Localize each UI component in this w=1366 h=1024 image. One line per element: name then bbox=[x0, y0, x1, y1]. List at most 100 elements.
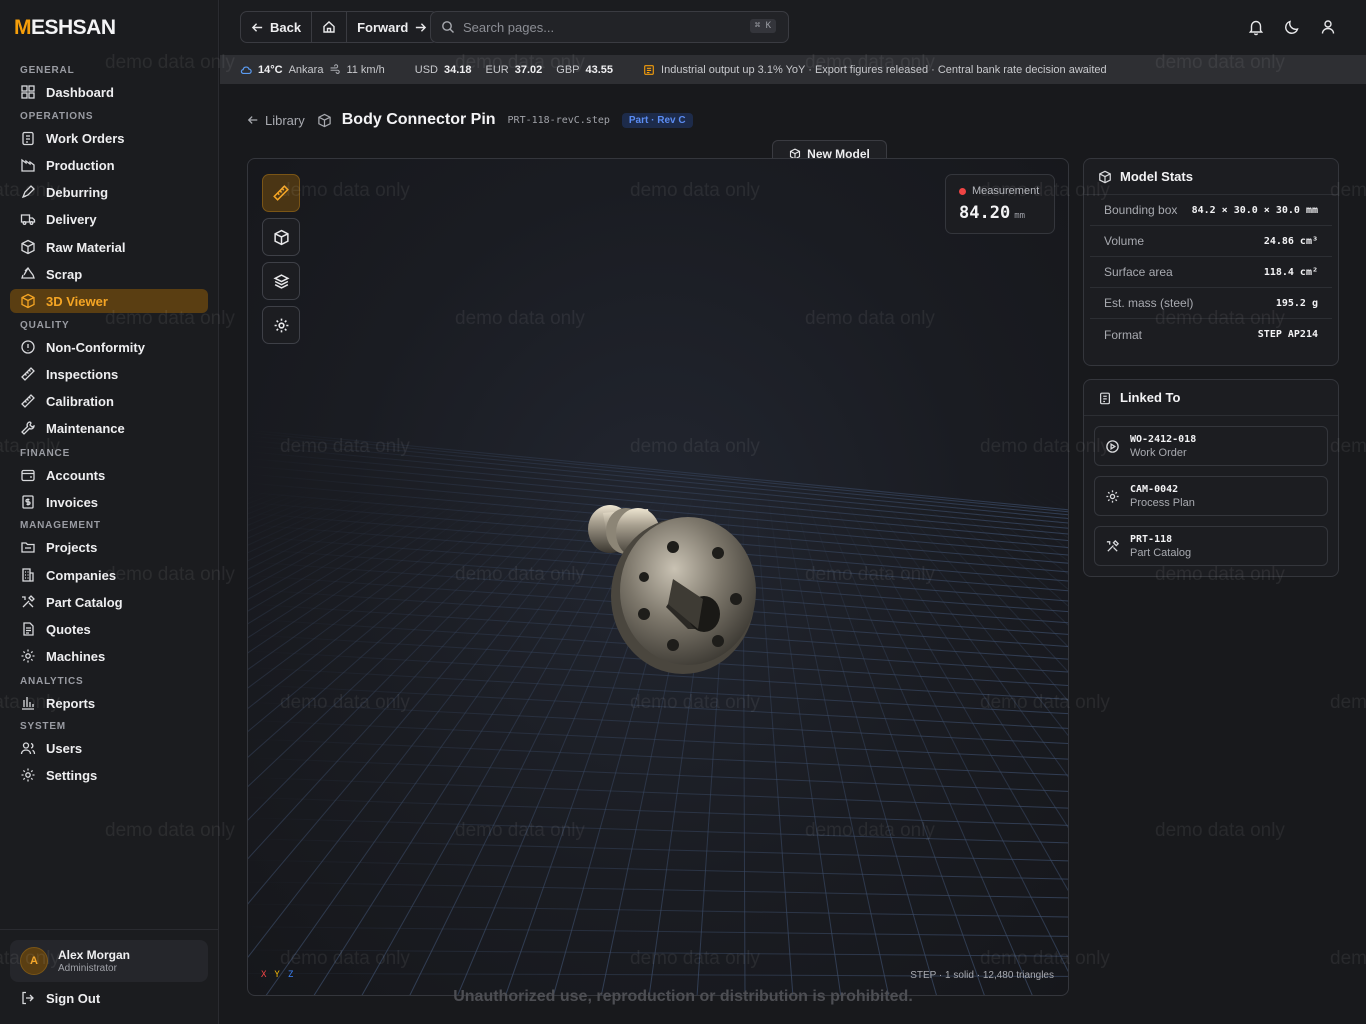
watermark: demo data only bbox=[1155, 820, 1285, 841]
home-icon bbox=[323, 21, 335, 33]
sidebar-item-non-conformity[interactable]: Non-Conformity bbox=[10, 335, 208, 359]
pen-tool-icon bbox=[21, 185, 35, 199]
search-input[interactable] bbox=[463, 19, 733, 35]
history-nav: Back Forward bbox=[240, 11, 439, 43]
sidebar-item-label: 3D Viewer bbox=[46, 293, 108, 309]
watermark: demo data only bbox=[1330, 948, 1366, 969]
section-quality: QUALITY bbox=[20, 320, 70, 331]
stat-value: STEP AP214 bbox=[1257, 329, 1318, 340]
file-name: PRT-118-revC.step bbox=[507, 114, 610, 126]
wrench-icon bbox=[21, 421, 35, 435]
clipboard-icon bbox=[1100, 392, 1110, 404]
sidebar-item-label: Production bbox=[46, 157, 115, 173]
forward-label: Forward bbox=[357, 19, 409, 35]
sidebar-item-quotes[interactable]: Quotes bbox=[10, 617, 208, 641]
axis-legend: X Y Z bbox=[261, 970, 293, 980]
factory-icon bbox=[21, 158, 35, 172]
linked-item-code: WO-2412-018 bbox=[1130, 433, 1197, 445]
sidebar-item-reports[interactable]: Reports bbox=[10, 691, 208, 715]
linked-item-part-catalog[interactable]: PRT-118 Part Catalog bbox=[1094, 526, 1328, 566]
sidebar-item-label: Settings bbox=[46, 767, 98, 783]
sidebar-item-calibration[interactable]: Calibration bbox=[10, 389, 208, 413]
model-viewport[interactable]: Measurement 84.20 mm X Y Z STEP · 1 solid… bbox=[247, 158, 1069, 996]
gear-icon bbox=[21, 768, 35, 782]
measurement-unit: mm bbox=[1014, 211, 1026, 221]
sidebar-item-raw-material[interactable]: Raw Material bbox=[10, 235, 208, 259]
sidebar-item-inspections[interactable]: Inspections bbox=[10, 362, 208, 386]
linked-item-code: PRT-118 bbox=[1130, 533, 1173, 545]
search-shortcut: ⌘ K bbox=[749, 19, 776, 33]
sidebar-item-maintenance[interactable]: Maintenance bbox=[10, 416, 208, 440]
sidebar-item-label: Machines bbox=[46, 648, 106, 664]
wind-icon bbox=[331, 64, 341, 74]
part-model[interactable] bbox=[588, 505, 756, 674]
sidebar-item-dashboard[interactable]: Dashboard bbox=[10, 80, 208, 104]
sidebar-item-users[interactable]: Users bbox=[10, 736, 208, 760]
arrow-left-icon bbox=[251, 22, 263, 32]
model-stats-list: Bounding box 84.2 × 30.0 × 30.0 mm Volume 2… bbox=[1084, 195, 1338, 350]
gear-icon bbox=[274, 318, 288, 332]
cloud-icon bbox=[240, 65, 252, 74]
brand-logo[interactable]: MESHSAN bbox=[14, 16, 116, 40]
bell-icon[interactable] bbox=[1247, 18, 1265, 36]
sidebar-item-settings[interactable]: Settings bbox=[10, 763, 208, 787]
eur-label: EUR bbox=[485, 63, 509, 76]
stat-row: Surface area 118.4 cm² bbox=[1090, 257, 1332, 288]
watermark: demo data only bbox=[1330, 692, 1366, 713]
section-analytics: ANALYTICS bbox=[20, 676, 84, 687]
forward-button[interactable]: Forward bbox=[347, 12, 437, 42]
user-card[interactable]: A Alex Morgan Administrator bbox=[10, 940, 208, 982]
grid-floor bbox=[248, 429, 1068, 995]
sidebar-item-label: Quotes bbox=[46, 621, 91, 637]
sidebar-item-scrap[interactable]: Scrap bbox=[10, 262, 208, 286]
folder-icon bbox=[21, 542, 35, 553]
sidebar-item-production[interactable]: Production bbox=[10, 153, 208, 177]
invoice-icon bbox=[22, 495, 34, 509]
sidebar-item-label: Accounts bbox=[46, 467, 106, 483]
section-operations: OPERATIONS bbox=[20, 111, 94, 122]
cog-icon bbox=[1106, 489, 1119, 503]
sidebar-item-machines[interactable]: Machines bbox=[10, 644, 208, 668]
linked-item-work-order[interactable]: WO-2412-018 Work Order bbox=[1094, 426, 1328, 466]
model-info: STEP · 1 solid · 12,480 triangles bbox=[910, 970, 1054, 981]
truck-icon bbox=[20, 214, 36, 225]
measurement-readout: Measurement 84.20 mm bbox=[945, 174, 1055, 234]
stat-row: Format STEP AP214 bbox=[1090, 319, 1332, 350]
gbp-value: 43.55 bbox=[585, 63, 614, 76]
back-button[interactable]: Back bbox=[241, 12, 313, 42]
usd-value: 34.18 bbox=[443, 63, 472, 76]
model-stats-title: Model Stats bbox=[1120, 169, 1193, 184]
stat-label: Bounding box bbox=[1104, 203, 1178, 217]
sidebar-item-deburring[interactable]: Deburring bbox=[10, 180, 208, 204]
view-cube-button[interactable] bbox=[262, 218, 300, 256]
model-stats-header: Model Stats bbox=[1084, 159, 1338, 195]
user-icon[interactable] bbox=[1319, 18, 1337, 36]
section-system: SYSTEM bbox=[20, 721, 66, 732]
box-icon bbox=[21, 239, 35, 255]
viewer-settings-button[interactable] bbox=[262, 306, 300, 344]
stat-row: Est. mass (steel) 195.2 g bbox=[1090, 288, 1332, 319]
measurement-label-row: Measurement bbox=[959, 185, 1041, 197]
arrow-right-icon bbox=[416, 22, 427, 32]
sidebar-item-projects[interactable]: Projects bbox=[10, 535, 208, 559]
linked-item-type: Part Catalog bbox=[1130, 546, 1192, 559]
sidebar-item-companies[interactable]: Companies bbox=[10, 563, 208, 587]
model-stats-panel: Model Stats Bounding box 84.2 × 30.0 × 30… bbox=[1083, 158, 1339, 366]
page-title: Body Connector Pin bbox=[341, 111, 496, 128]
search-bar[interactable]: ⌘ K bbox=[430, 11, 789, 43]
sidebar-item-3d-viewer[interactable]: 3D Viewer bbox=[10, 289, 208, 313]
news-headline: Industrial output up 3.1% YoY · Export f… bbox=[661, 63, 1107, 76]
linked-item-process-plan[interactable]: CAM-0042 Process Plan bbox=[1094, 476, 1328, 516]
layers-button[interactable] bbox=[262, 262, 300, 300]
sidebar-item-invoices[interactable]: Invoices bbox=[10, 490, 208, 514]
home-button[interactable] bbox=[312, 12, 348, 42]
measure-tool-button[interactable] bbox=[262, 174, 300, 212]
stat-value: 118.4 cm² bbox=[1263, 266, 1318, 278]
sidebar-item-part-catalog[interactable]: Part Catalog bbox=[10, 590, 208, 614]
sidebar-item-work-orders[interactable]: Work Orders bbox=[10, 126, 208, 150]
sidebar-item-accounts[interactable]: Accounts bbox=[10, 463, 208, 487]
clipboard-icon bbox=[22, 131, 34, 146]
sidebar-item-delivery[interactable]: Delivery bbox=[10, 207, 208, 231]
breadcrumb-library[interactable]: Library bbox=[247, 113, 305, 128]
moon-icon[interactable] bbox=[1283, 18, 1301, 36]
